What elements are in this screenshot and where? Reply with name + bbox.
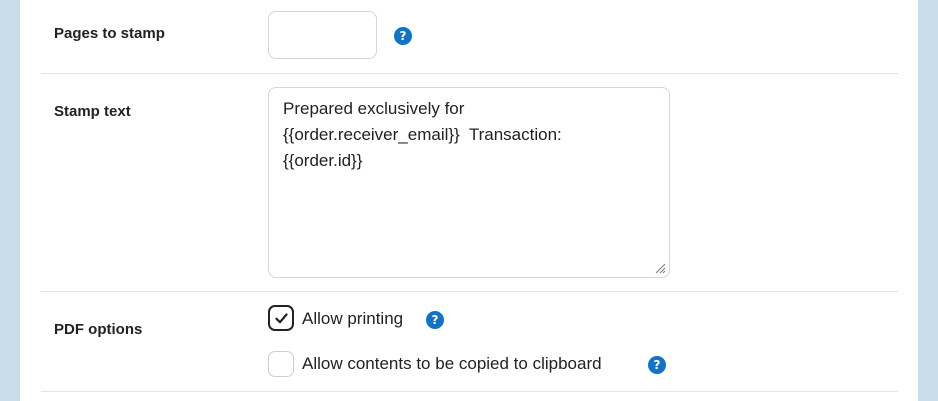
resize-grip-icon[interactable] — [654, 262, 666, 274]
divider — [41, 73, 898, 74]
question-circle-icon[interactable]: ? — [648, 356, 666, 374]
allow-copy-checkbox[interactable] — [268, 351, 294, 377]
divider — [41, 291, 898, 292]
divider — [41, 391, 898, 392]
question-circle-icon[interactable]: ? — [394, 27, 412, 45]
stamp-text-label: Stamp text — [54, 103, 131, 120]
pdf-options-label: PDF options — [54, 321, 143, 338]
allow-printing-checkbox[interactable] — [268, 305, 294, 331]
allow-copy-label[interactable]: Allow contents to be copied to clipboard — [302, 354, 602, 374]
checkmark-icon — [275, 313, 288, 324]
stamp-text-textarea[interactable] — [268, 87, 670, 278]
question-circle-icon[interactable]: ? — [426, 311, 444, 329]
settings-panel: Pages to stamp ? Stamp text PDF options … — [20, 0, 918, 401]
pages-to-stamp-input[interactable] — [268, 11, 377, 59]
pages-to-stamp-label: Pages to stamp — [54, 25, 165, 42]
allow-printing-label[interactable]: Allow printing — [302, 309, 403, 329]
